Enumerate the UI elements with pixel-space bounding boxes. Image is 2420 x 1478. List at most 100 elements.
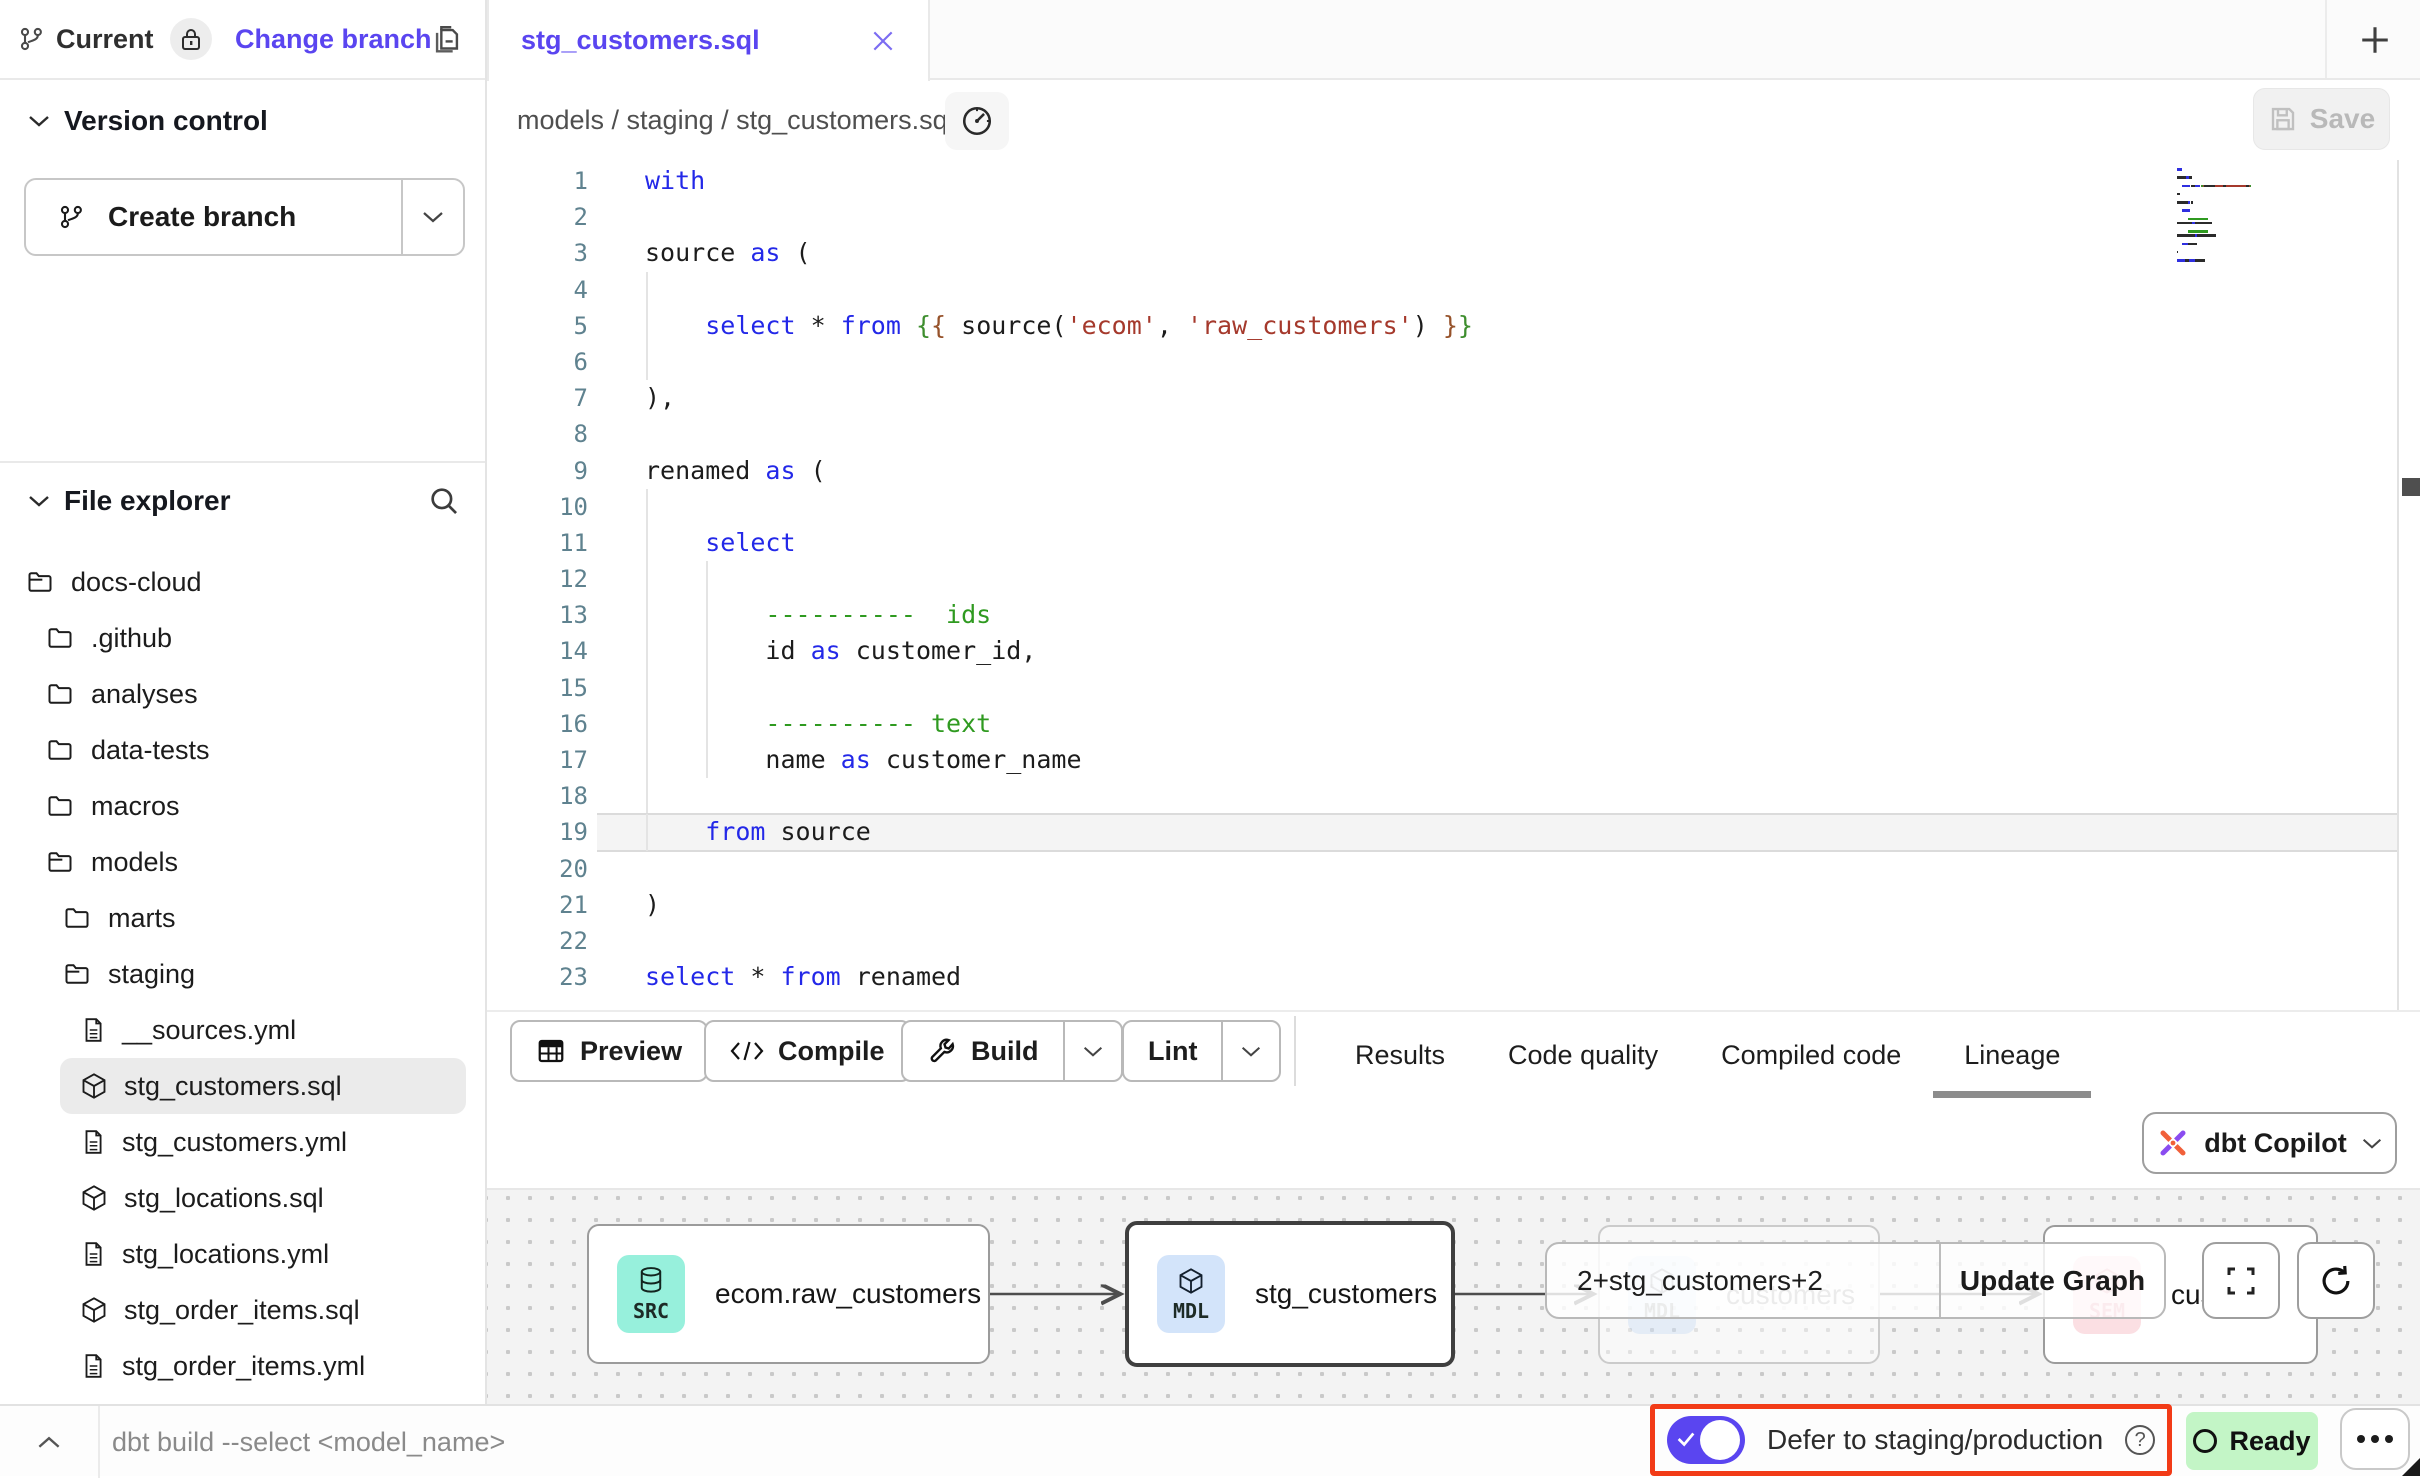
- code-line-1[interactable]: 1with: [487, 163, 2397, 199]
- indent-guide: [646, 561, 648, 597]
- line-number: 23: [487, 959, 592, 995]
- code-line-7[interactable]: 7),: [487, 380, 2397, 416]
- code-line-14[interactable]: 14 id as customer_id,: [487, 633, 2397, 669]
- code-line-10[interactable]: 10: [487, 489, 2397, 525]
- code-text: with: [645, 163, 705, 199]
- tree-item-stg_locations.sql[interactable]: stg_locations.sql: [0, 1170, 485, 1226]
- tree-item-marts[interactable]: marts: [0, 890, 485, 946]
- tab-compiled-code[interactable]: Compiled code: [1721, 1012, 1901, 1098]
- compile-button[interactable]: Compile: [704, 1020, 911, 1082]
- code-line-15[interactable]: 15: [487, 670, 2397, 706]
- defer-toggle[interactable]: [1667, 1416, 1745, 1464]
- status-ready-label: Ready: [2229, 1426, 2310, 1457]
- branch-icon: [58, 201, 86, 233]
- create-branch-dropdown[interactable]: [401, 180, 463, 254]
- tree-item-stg_locations.yml[interactable]: stg_locations.yml: [0, 1226, 485, 1282]
- fullscreen-button[interactable]: [2202, 1242, 2280, 1319]
- create-branch-main[interactable]: Create branch: [26, 180, 401, 254]
- branch-header: Current Change branch: [0, 0, 485, 80]
- refresh-icon: [2317, 1262, 2355, 1300]
- selector-input[interactable]: 2+stg_customers+2: [1547, 1244, 1939, 1317]
- command-input[interactable]: dbt build --select <model_name>: [112, 1406, 505, 1478]
- action-bar: Preview Compile Build Lint Results Code q…: [487, 1010, 2420, 1188]
- tree-item-stg_customers.yml[interactable]: stg_customers.yml: [0, 1114, 485, 1170]
- tree-item-data-tests[interactable]: data-tests: [0, 722, 485, 778]
- code-line-17[interactable]: 17 name as customer_name: [487, 742, 2397, 778]
- table-icon: [536, 1036, 566, 1066]
- dbt-copilot-button[interactable]: dbt Copilot: [2142, 1112, 2397, 1174]
- preview-button[interactable]: Preview: [510, 1020, 708, 1082]
- collapse-panel-button[interactable]: [0, 1406, 100, 1478]
- close-icon[interactable]: [870, 28, 896, 54]
- status-bar: dbt build --select <model_name> Defer to…: [0, 1404, 2420, 1476]
- tree-item-analyses[interactable]: analyses: [0, 666, 485, 722]
- create-branch-button[interactable]: Create branch: [24, 178, 465, 256]
- tree-item-label: analyses: [91, 679, 198, 710]
- editor-scrollbar[interactable]: [2397, 160, 2420, 1010]
- plus-icon: [2358, 23, 2392, 57]
- code-line-23[interactable]: 23 select * from renamed: [487, 959, 2397, 995]
- compass-icon[interactable]: [945, 92, 1009, 150]
- tree-item-stg_customers.sql[interactable]: stg_customers.sql: [60, 1058, 466, 1114]
- node-title: ecom.raw_customers: [715, 1278, 981, 1310]
- lineage-panel[interactable]: SRCecom.raw_customers MDLstg_customersMDL…: [487, 1188, 2420, 1404]
- tab-code-quality[interactable]: Code quality: [1508, 1012, 1658, 1098]
- current-branch-label: Current: [56, 24, 154, 55]
- tree-item-.github[interactable]: .github: [0, 610, 485, 666]
- code-line-20[interactable]: 20: [487, 851, 2397, 887]
- mdl-badge: MDL: [1157, 1255, 1225, 1333]
- build-button[interactable]: Build: [901, 1020, 1123, 1082]
- tree-item-stg_order_items.sql[interactable]: stg_order_items.sql: [0, 1282, 485, 1338]
- file-explorer-section[interactable]: File explorer: [0, 476, 485, 526]
- code-line-4[interactable]: 4: [487, 272, 2397, 308]
- code-line-6[interactable]: 6: [487, 344, 2397, 380]
- code-text: select * from renamed: [645, 959, 961, 995]
- tab-results[interactable]: Results: [1355, 1012, 1445, 1098]
- code-editor[interactable]: 1with23source as (45 select * from {{ so…: [487, 160, 2397, 1010]
- resize-grip[interactable]: [2402, 1458, 2420, 1476]
- tree-item-stg_order_items.yml[interactable]: stg_order_items.yml: [0, 1338, 485, 1394]
- lint-button[interactable]: Lint: [1122, 1020, 1281, 1082]
- tree-item-macros[interactable]: macros: [0, 778, 485, 834]
- code-line-8[interactable]: 8: [487, 416, 2397, 452]
- build-dropdown[interactable]: [1063, 1022, 1121, 1080]
- lineage-node-stg_customers[interactable]: MDLstg_customers: [1125, 1221, 1455, 1367]
- code-line-13[interactable]: 13 ---------- ids: [487, 597, 2397, 633]
- change-branch-link[interactable]: Change branch: [235, 24, 432, 55]
- tree-item-label: data-tests: [91, 735, 210, 766]
- scrollbar-thumb[interactable]: [2402, 478, 2420, 496]
- lint-dropdown[interactable]: [1221, 1022, 1279, 1080]
- code-line-19[interactable]: 19 from source: [487, 814, 2397, 850]
- code-line-11[interactable]: 11 select: [487, 525, 2397, 561]
- new-tab-button[interactable]: [2349, 14, 2401, 66]
- tab-lineage[interactable]: Lineage: [1964, 1012, 2060, 1098]
- search-icon[interactable]: [427, 484, 461, 523]
- code-line-22[interactable]: 22: [487, 923, 2397, 959]
- code-line-16[interactable]: 16 ---------- text: [487, 706, 2397, 742]
- code-line-18[interactable]: 18: [487, 778, 2397, 814]
- code-line-5[interactable]: 5 select * from {{ source('ecom', 'raw_c…: [487, 308, 2397, 344]
- code-line-21[interactable]: 21): [487, 887, 2397, 923]
- code-line-12[interactable]: 12: [487, 561, 2397, 597]
- save-button[interactable]: Save: [2253, 88, 2390, 150]
- code-line-3[interactable]: 3source as (: [487, 235, 2397, 271]
- tree-item-docs-cloud[interactable]: docs-cloud: [0, 554, 485, 610]
- refresh-button[interactable]: [2297, 1242, 2375, 1319]
- tree-item-staging[interactable]: staging: [0, 946, 485, 1002]
- current-branch-button[interactable]: Current: [18, 18, 212, 60]
- tree-item-models[interactable]: models: [0, 834, 485, 890]
- help-icon[interactable]: ?: [2125, 1425, 2155, 1455]
- lineage-node-ecom.raw_customers[interactable]: SRCecom.raw_customers: [587, 1224, 990, 1364]
- code-lines: 1with23source as (45 select * from {{ so…: [487, 163, 2397, 995]
- update-graph-button[interactable]: Update Graph: [1939, 1244, 2164, 1317]
- version-control-section[interactable]: Version control: [0, 96, 485, 146]
- minimap[interactable]: [2177, 168, 2357, 263]
- code-line-2[interactable]: 2: [487, 199, 2397, 235]
- tree-item-__sources.yml[interactable]: __sources.yml: [0, 1002, 485, 1058]
- copy-branch-icon[interactable]: [430, 22, 464, 63]
- chevron-up-icon: [37, 1435, 61, 1450]
- dbt-copilot-icon: [2156, 1126, 2190, 1160]
- tab-stg-customers-sql[interactable]: stg_customers.sql: [487, 0, 930, 81]
- code-line-9[interactable]: 9renamed as (: [487, 453, 2397, 489]
- ellipsis-menu-button[interactable]: [2340, 1408, 2410, 1470]
